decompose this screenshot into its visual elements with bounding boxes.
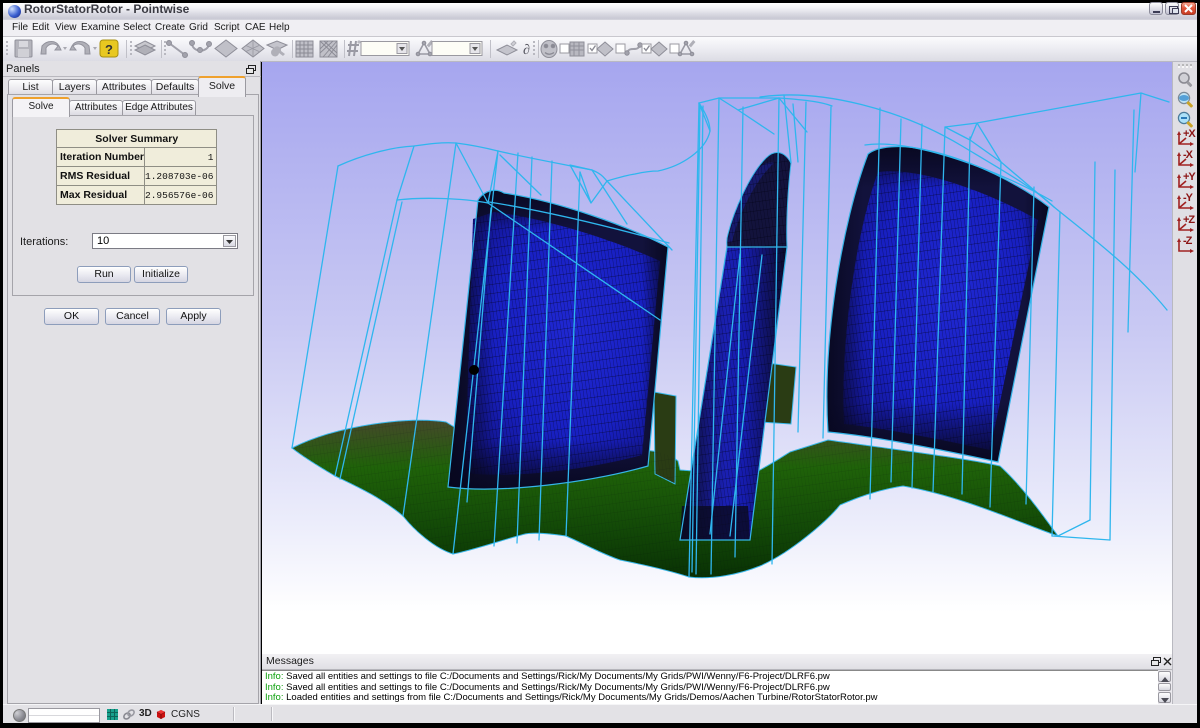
svg-text:∂: ∂ — [523, 43, 530, 58]
svg-text:?: ? — [105, 42, 113, 57]
